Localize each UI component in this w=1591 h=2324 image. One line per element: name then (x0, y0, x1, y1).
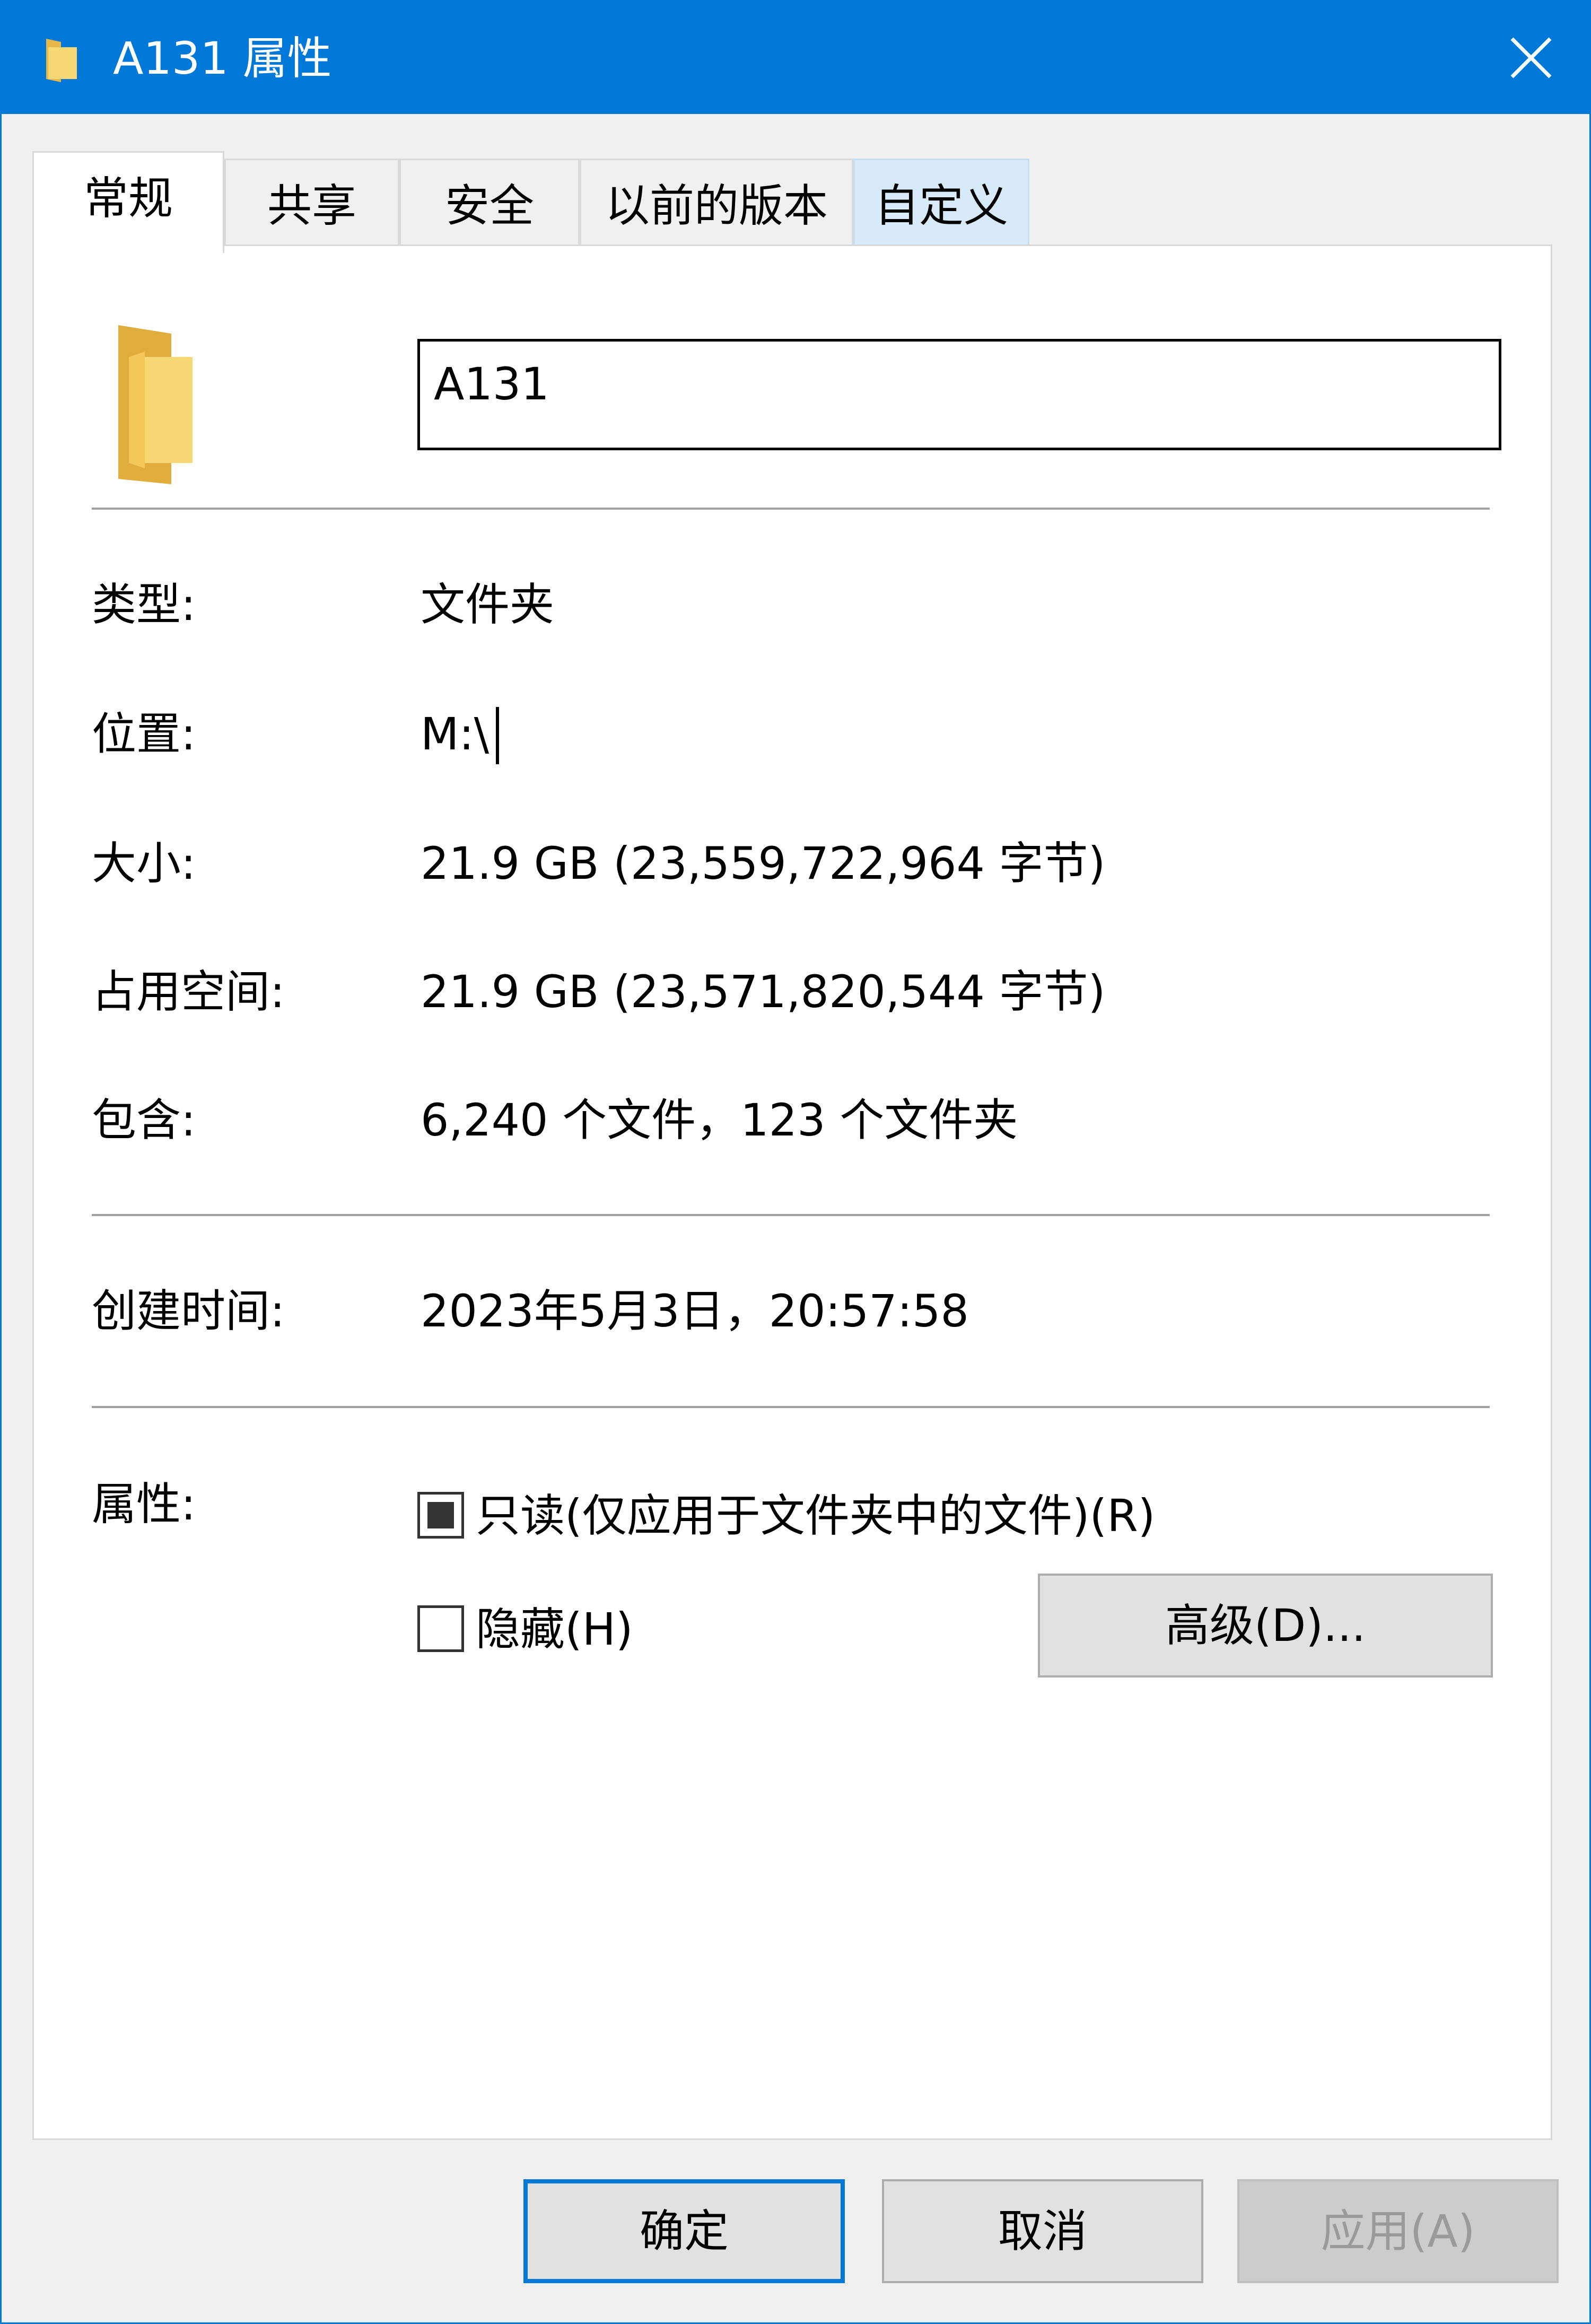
title-bar[interactable]: A131 属性 (2, 2, 1589, 114)
properties-window: A131 属性 常规 共享 安全 以前的版本 自定义 A131 类型: 文件夹 … (0, 0, 1591, 2324)
type-label: 类型: (92, 579, 196, 631)
location-label: 位置: (92, 708, 196, 760)
attributes-label: 属性: (92, 1478, 196, 1530)
size-value: 21.9 GB (23,559,722,964 字节) (421, 837, 1106, 889)
separator (92, 508, 1490, 510)
size-label: 大小: (92, 837, 196, 889)
hidden-label[interactable]: 隐藏(H) (476, 1600, 633, 1658)
type-value: 文件夹 (421, 579, 555, 631)
indeterminate-mark (427, 1502, 454, 1528)
tab-customize[interactable]: 自定义 (853, 159, 1029, 250)
ok-button[interactable]: 确定 (523, 2179, 845, 2283)
readonly-checkbox[interactable] (417, 1492, 464, 1539)
advanced-button[interactable]: 高级(D)... (1038, 1574, 1493, 1678)
tab-security-label: 安全 (444, 180, 534, 232)
tab-security[interactable]: 安全 (399, 159, 580, 250)
folder-icon (118, 325, 193, 484)
separator (92, 1406, 1490, 1408)
tab-general-label: 常规 (83, 172, 173, 224)
folder-name-input[interactable]: A131 (417, 339, 1501, 450)
tab-general[interactable]: 常规 (32, 151, 224, 253)
tab-sharing-label: 共享 (267, 180, 356, 232)
close-icon (1510, 37, 1552, 78)
window-title: A131 属性 (113, 32, 332, 84)
created-value: 2023年5月3日，20:57:58 (421, 1285, 969, 1337)
cancel-button[interactable]: 取消 (882, 2179, 1203, 2283)
tab-customize-label: 自定义 (874, 180, 1008, 232)
size-on-disk-value: 21.9 GB (23,571,820,544 字节) (421, 966, 1106, 1018)
hidden-checkbox[interactable] (417, 1605, 464, 1652)
text-caret (496, 707, 499, 764)
contains-value: 6,240 个文件，123 个文件夹 (421, 1094, 1018, 1146)
tab-sharing[interactable]: 共享 (224, 159, 399, 250)
tab-previous-versions[interactable]: 以前的版本 (580, 159, 853, 250)
contains-label: 包含: (92, 1094, 196, 1146)
size-on-disk-label: 占用空间: (92, 966, 285, 1018)
location-value[interactable]: M:\ (421, 705, 489, 763)
created-label: 创建时间: (92, 1285, 285, 1337)
tab-previous-versions-label: 以前的版本 (605, 180, 828, 232)
readonly-label[interactable]: 只读(仅应用于文件夹中的文件)(R) (476, 1487, 1155, 1545)
close-button[interactable] (1473, 2, 1589, 114)
separator (92, 1214, 1490, 1216)
apply-button[interactable]: 应用(A) (1237, 2179, 1559, 2283)
folder-icon (46, 39, 77, 82)
general-tab-panel (32, 244, 1552, 2140)
